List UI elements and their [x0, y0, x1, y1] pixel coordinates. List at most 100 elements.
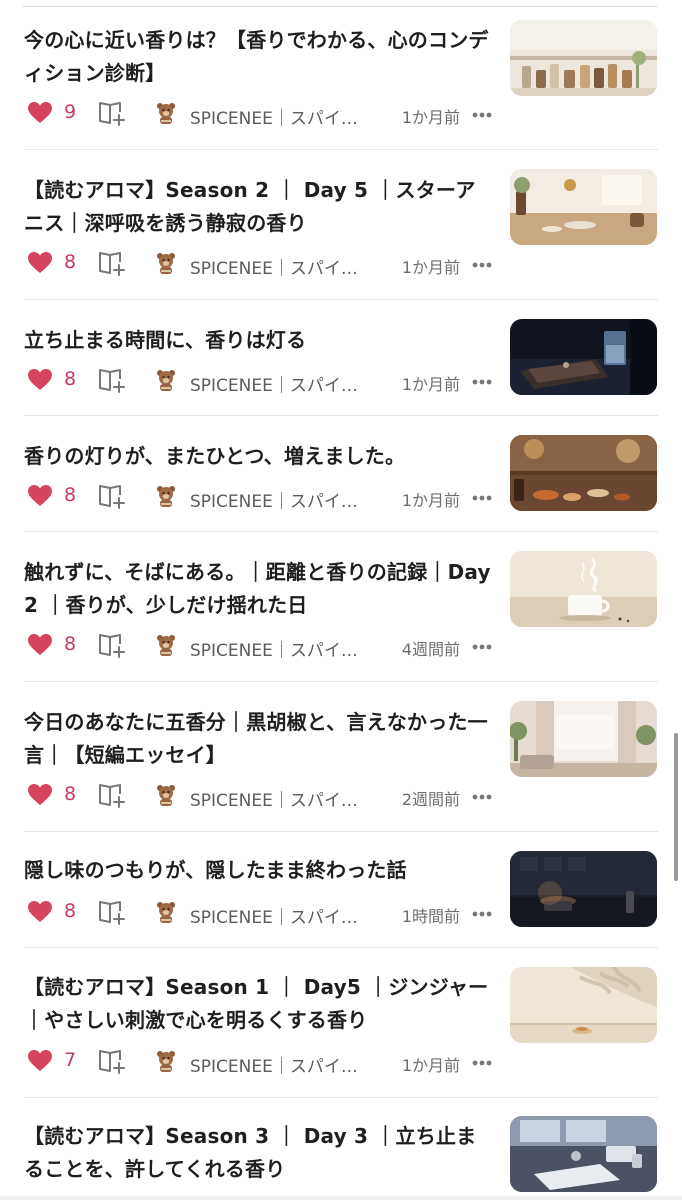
like-count: 8: [64, 633, 77, 655]
published-time: 1時間前: [401, 907, 460, 926]
dark-table-glass-notebook-image: [510, 319, 657, 395]
article-thumbnail[interactable]: [510, 435, 657, 511]
published-time: 1か月前: [401, 258, 460, 277]
article-title[interactable]: 今の心に近い香りは？【香りでわかる、心のコンディション診断】: [24, 24, 494, 90]
published-time: 1か月前: [401, 1056, 460, 1075]
article-title[interactable]: 立ち止まる時間に、香りは灯る: [24, 324, 494, 357]
article-divider: [24, 947, 658, 948]
published-time: 2週間前: [401, 790, 460, 809]
add-to-magazine-icon[interactable]: [98, 367, 126, 393]
article-title[interactable]: 隠し味のつもりが、隠したまま終わった話: [24, 854, 494, 887]
article-thumbnail[interactable]: [510, 319, 657, 395]
published-time: 1か月前: [401, 375, 460, 394]
article-meta: 7 SPICENEE｜スパイ… 1か月前: [28, 1047, 498, 1077]
article-thumbnail[interactable]: [510, 851, 657, 927]
creator-name[interactable]: SPICENEE｜スパイ…: [190, 371, 358, 396]
heart-icon[interactable]: [28, 369, 52, 391]
article-meta: 8 SPICENEE｜スパイ… 1時間前: [28, 898, 498, 928]
bear-avatar-icon[interactable]: [156, 633, 176, 657]
creator-name[interactable]: SPICENEE｜スパイ…: [190, 254, 358, 279]
more-options-icon[interactable]: [472, 379, 492, 385]
published-time: 1か月前: [401, 108, 460, 127]
article-thumbnail[interactable]: [510, 1116, 657, 1192]
more-options-icon[interactable]: [472, 112, 492, 118]
creator-name[interactable]: SPICENEE｜スパイ…: [190, 636, 358, 661]
add-to-magazine-icon[interactable]: [98, 632, 126, 658]
article-divider: [24, 681, 658, 682]
add-to-magazine-icon[interactable]: [98, 899, 126, 925]
add-to-magazine-icon[interactable]: [98, 250, 126, 276]
article-title[interactable]: 触れずに、そばにある。｜距離と香りの記録｜Day 2 ｜香りが、少しだけ揺れた日: [24, 556, 494, 622]
article-title[interactable]: 【読むアロマ】Season 3 ｜ Day 3 ｜立ち止まることを、許してくれる…: [24, 1120, 494, 1186]
bottom-edge: [0, 1196, 682, 1200]
article-title[interactable]: 【読むアロマ】Season 2 ｜ Day 5 ｜スターアニス｜深呼吸を誘う静寂…: [24, 174, 494, 240]
creator-name[interactable]: SPICENEE｜スパイ…: [190, 786, 358, 811]
article-thumbnail[interactable]: [510, 551, 657, 627]
top-divider: [22, 6, 658, 7]
article-meta: 8 SPICENEE｜スパイ… 2週間前: [28, 781, 498, 811]
article-thumbnail[interactable]: [510, 967, 657, 1043]
like-count: 8: [64, 484, 77, 506]
creator-name[interactable]: SPICENEE｜スパイ…: [190, 104, 358, 129]
article-meta: 8 SPICENEE｜スパイ… 4週間前: [28, 631, 498, 661]
more-options-icon[interactable]: [472, 262, 492, 268]
article-divider: [24, 415, 658, 416]
article-meta: 8 SPICENEE｜スパイ… 1か月前: [28, 482, 498, 512]
add-to-magazine-icon[interactable]: [98, 483, 126, 509]
article-divider: [24, 149, 658, 150]
scrollbar-thumb[interactable]: [674, 733, 678, 881]
article-divider: [24, 531, 658, 532]
article-meta: 8 SPICENEE｜スパイ… 1か月前: [28, 366, 498, 396]
published-time: 4週間前: [401, 640, 460, 659]
heart-icon[interactable]: [28, 252, 52, 274]
like-count: 7: [64, 1049, 77, 1071]
steaming-white-cup-image: [510, 551, 657, 627]
article-title[interactable]: 今日のあなたに五香分｜黒胡椒と、言えなかった一言｜【短編エッセイ】: [24, 706, 494, 772]
heart-icon[interactable]: [28, 485, 52, 507]
bear-avatar-icon[interactable]: [156, 484, 176, 508]
article-divider: [24, 831, 658, 832]
bear-avatar-icon[interactable]: [156, 900, 176, 924]
article-divider: [24, 299, 658, 300]
article-thumbnail[interactable]: [510, 169, 657, 245]
heart-icon[interactable]: [28, 102, 52, 124]
creator-name[interactable]: SPICENEE｜スパイ…: [190, 487, 358, 512]
bright-room-curtains-image: [510, 701, 657, 777]
article-meta: 8 SPICENEE｜スパイ… 1か月前: [28, 249, 498, 279]
like-count: 8: [64, 368, 77, 390]
more-options-icon[interactable]: [472, 794, 492, 800]
bear-avatar-icon[interactable]: [156, 1049, 176, 1073]
article-divider: [24, 1097, 658, 1098]
like-count: 8: [64, 783, 77, 805]
article-thumbnail[interactable]: [510, 20, 657, 96]
bear-avatar-icon[interactable]: [156, 368, 176, 392]
article-title[interactable]: 【読むアロマ】Season 1 ｜ Day5 ｜ジンジャー｜やさしい刺激で心を明…: [24, 971, 494, 1037]
more-options-icon[interactable]: [472, 1060, 492, 1066]
creator-name[interactable]: SPICENEE｜スパイ…: [190, 903, 358, 928]
desk-window-book-image: [510, 1116, 657, 1192]
like-count: 8: [64, 251, 77, 273]
article-thumbnail[interactable]: [510, 701, 657, 777]
heart-icon[interactable]: [28, 901, 52, 923]
heart-icon[interactable]: [28, 784, 52, 806]
bear-avatar-icon[interactable]: [156, 101, 176, 125]
add-to-magazine-icon[interactable]: [98, 1048, 126, 1074]
sunlit-kitchen-counter-image: [510, 169, 657, 245]
add-to-magazine-icon[interactable]: [98, 782, 126, 808]
article-title[interactable]: 香りの灯りが、またひとつ、増えました。: [24, 440, 494, 473]
heart-icon[interactable]: [28, 1050, 52, 1072]
published-time: 1か月前: [401, 491, 460, 510]
add-to-magazine-icon[interactable]: [98, 100, 126, 126]
more-options-icon[interactable]: [472, 644, 492, 650]
like-count: 8: [64, 900, 77, 922]
more-options-icon[interactable]: [472, 495, 492, 501]
bear-avatar-icon[interactable]: [156, 251, 176, 275]
more-options-icon[interactable]: [472, 911, 492, 917]
article-meta: 9 SPICENEE｜スパイ… 1か月前: [28, 99, 498, 129]
bear-avatar-icon[interactable]: [156, 783, 176, 807]
like-count: 9: [64, 101, 77, 123]
heart-icon[interactable]: [28, 634, 52, 656]
leaf-shadow-wall-image: [510, 967, 657, 1043]
warm-table-spice-bowls-image: [510, 435, 657, 511]
creator-name[interactable]: SPICENEE｜スパイ…: [190, 1052, 358, 1077]
